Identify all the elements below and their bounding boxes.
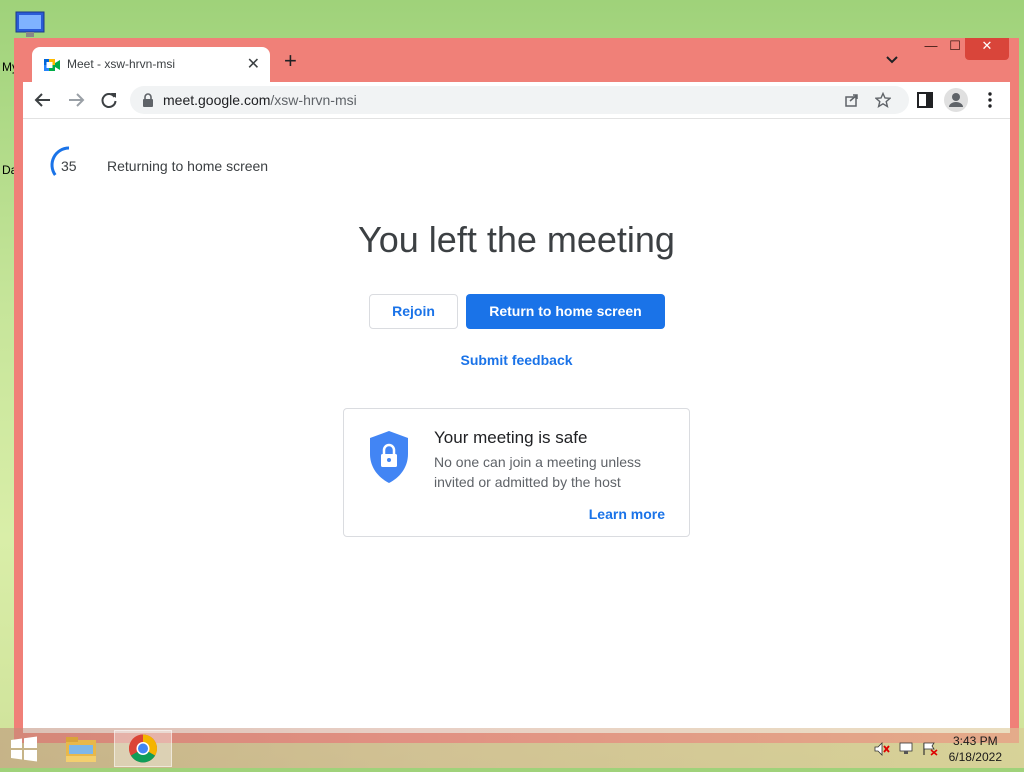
rejoin-button[interactable]: Rejoin xyxy=(369,294,458,329)
tab-search-chevron-icon[interactable] xyxy=(885,53,899,67)
clock-time: 3:43 PM xyxy=(952,734,998,748)
url-host: meet.google.com xyxy=(163,92,271,108)
submit-feedback-label[interactable]: Submit feedback xyxy=(460,352,572,368)
browser-toolbar: meet.google.com/xsw-hrvn-msi xyxy=(23,82,1010,119)
tab-close-icon[interactable]: ✕ xyxy=(247,54,260,74)
maximize-button[interactable]: ☐ xyxy=(943,38,967,60)
tab-meet[interactable]: Meet - xsw-hrvn-msi ✕ xyxy=(32,47,270,82)
url-text[interactable]: meet.google.com/xsw-hrvn-msi xyxy=(163,92,357,108)
safety-card: Your meeting is safe No one can join a m… xyxy=(343,408,690,537)
reload-icon[interactable] xyxy=(99,90,119,110)
system-clock[interactable]: 3:43 PM 6/18/2022 xyxy=(949,733,1002,765)
chrome-taskbar-button[interactable] xyxy=(114,730,172,767)
share-icon[interactable] xyxy=(844,92,860,108)
windows-start-icon[interactable] xyxy=(10,736,38,762)
volume-muted-icon[interactable] xyxy=(874,742,890,756)
page-title: You left the meeting xyxy=(358,219,675,260)
tab-strip: Meet - xsw-hrvn-msi ✕ + — ☐ ✕ xyxy=(14,38,1019,82)
file-explorer-taskbar-button[interactable] xyxy=(52,730,110,767)
countdown-number: 35 xyxy=(61,158,77,174)
page-content: 35 Returning to home screen You left the… xyxy=(23,119,1010,733)
folder-icon xyxy=(66,737,96,762)
profile-avatar[interactable] xyxy=(944,88,968,112)
card-title: Your meeting is safe xyxy=(434,428,588,447)
clock-date: 6/18/2022 xyxy=(948,750,1002,764)
chrome-icon xyxy=(129,734,157,763)
action-center-flag-icon[interactable] xyxy=(922,742,938,756)
bookmark-star-icon[interactable] xyxy=(875,92,891,108)
returning-text: Returning to home screen xyxy=(107,158,269,174)
return-home-button[interactable]: Return to home screen xyxy=(466,294,665,329)
side-panel-icon[interactable] xyxy=(915,90,935,110)
shield-lock-icon xyxy=(370,431,408,483)
submit-feedback-link: Submit feedback xyxy=(23,352,1010,368)
minimize-button[interactable]: — xyxy=(919,38,943,60)
card-text: No one can join a meeting unless invited… xyxy=(434,454,642,490)
close-window-button[interactable]: ✕ xyxy=(965,38,1009,60)
taskbar: 3:43 PM 6/18/2022 xyxy=(0,728,1024,768)
url-path: /xsw-hrvn-msi xyxy=(270,92,357,108)
browser-window: Meet - xsw-hrvn-msi ✕ + — ☐ ✕ meet.googl… xyxy=(14,38,1019,743)
more-menu-icon[interactable] xyxy=(980,90,1000,110)
person-icon xyxy=(949,93,963,107)
learn-more-link[interactable]: Learn more xyxy=(589,506,665,522)
new-tab-button[interactable]: + xyxy=(284,50,297,72)
forward-arrow-icon[interactable] xyxy=(66,90,86,110)
lock-icon[interactable] xyxy=(142,93,154,107)
back-arrow-icon[interactable] xyxy=(33,90,53,110)
google-meet-icon xyxy=(44,59,60,71)
tab-title: Meet - xsw-hrvn-msi xyxy=(67,57,176,71)
network-icon[interactable] xyxy=(898,742,914,756)
address-bar[interactable]: meet.google.com/xsw-hrvn-msi xyxy=(130,86,909,114)
